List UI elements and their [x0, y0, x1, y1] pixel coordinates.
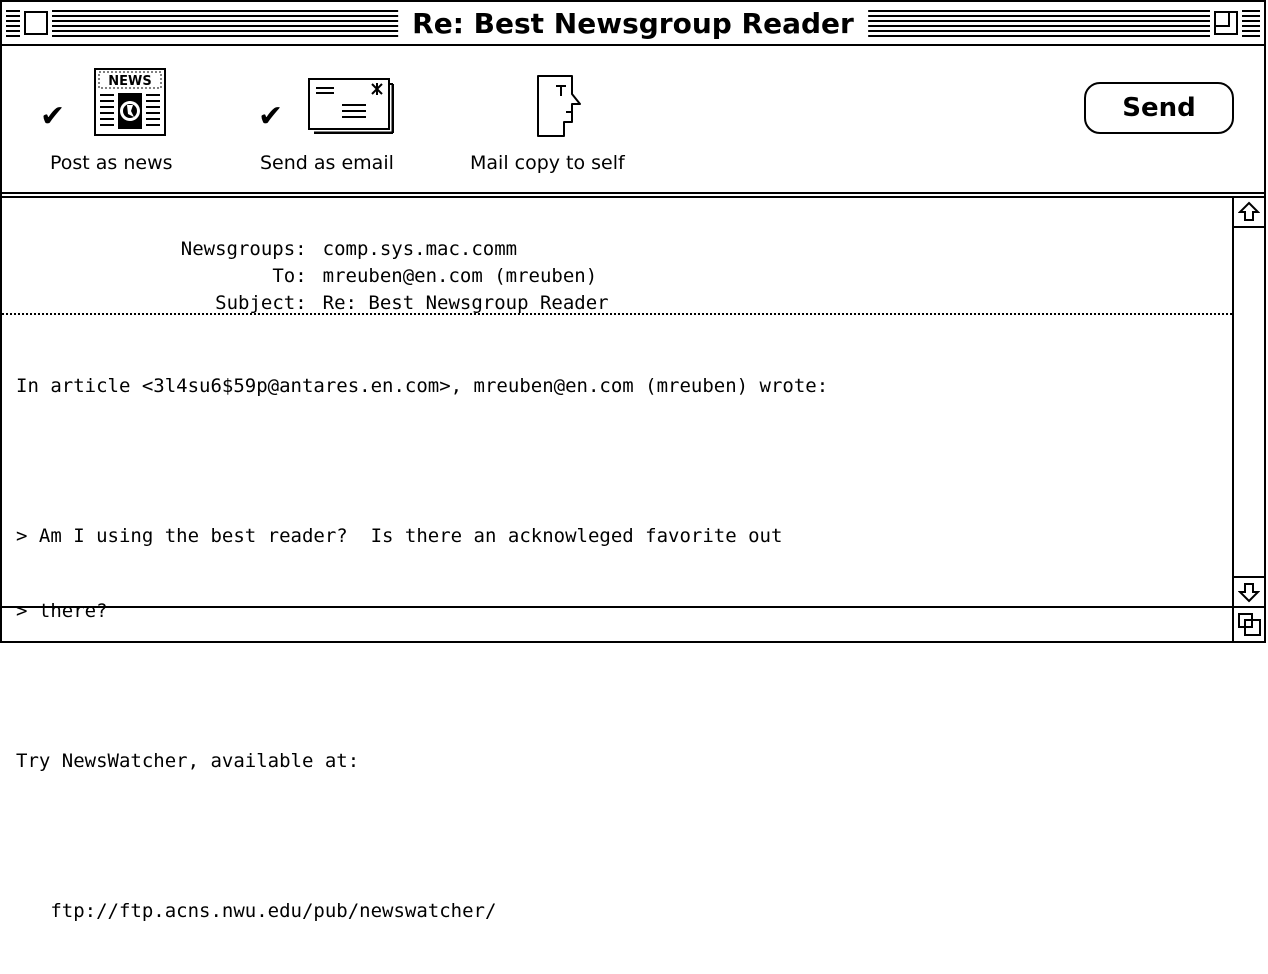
window-title: Re: Best Newsgroup Reader — [398, 4, 868, 44]
send-as-email-check: ✔ — [258, 99, 284, 134]
body-line — [16, 449, 1226, 474]
vertical-scrollbar[interactable] — [1232, 198, 1264, 606]
arrow-down-icon — [1238, 583, 1260, 603]
body-line: > Am I using the best reader? Is there a… — [16, 525, 783, 547]
zoom-box-icon[interactable] — [1210, 7, 1242, 39]
envelope-icon[interactable] — [308, 78, 394, 134]
send-as-email-label: Send as email — [260, 152, 394, 174]
newspaper-icon-text: NEWS — [108, 74, 151, 89]
grow-box-icon — [1238, 613, 1261, 636]
body-line — [16, 824, 1226, 849]
title-bar[interactable]: Re: Best Newsgroup Reader — [2, 2, 1264, 46]
mail-copy-to-self-label: Mail copy to self — [470, 152, 625, 174]
close-box-icon[interactable] — [20, 7, 52, 39]
send-button[interactable]: Send — [1084, 82, 1234, 134]
message-window: Re: Best Newsgroup Reader ✔ NEWS Post as… — [0, 0, 1266, 922]
send-as-email-option[interactable]: ✔ Send as email — [250, 46, 440, 194]
subject-field[interactable]: Re: Best Newsgroup Reader — [323, 291, 609, 316]
scroll-down-button[interactable] — [1234, 576, 1264, 606]
body-line: Try NewsWatcher, available at: — [16, 750, 360, 772]
bottom-bar — [2, 606, 1264, 641]
mail-copy-to-self-option[interactable]: Mail copy to self — [462, 46, 692, 194]
arrow-up-icon — [1238, 201, 1260, 221]
message-headers: Newsgroups: comp.sys.mac.comm To: mreuben@… — [2, 198, 1232, 315]
post-as-news-check: ✔ — [40, 99, 66, 134]
body-line: In article <3l4su6$59p@antares.en.com>, … — [16, 375, 829, 397]
toolbar: ✔ NEWS Post as news ✔ Send as email Mail… — [2, 46, 1264, 198]
post-as-news-label: Post as news — [50, 152, 173, 174]
body-line — [16, 674, 1226, 699]
subject-label: Subject: — [215, 292, 307, 314]
grow-box[interactable] — [1232, 608, 1264, 641]
post-as-news-option[interactable]: ✔ NEWS Post as news — [2, 46, 222, 194]
face-icon[interactable] — [532, 74, 594, 140]
scroll-up-button[interactable] — [1234, 198, 1264, 228]
newspaper-icon[interactable]: NEWS — [94, 68, 166, 136]
message-body[interactable]: In article <3l4su6$59p@antares.en.com>, … — [16, 324, 1226, 974]
body-line: ftp://ftp.acns.nwu.edu/pub/newswatcher/ — [16, 900, 497, 922]
